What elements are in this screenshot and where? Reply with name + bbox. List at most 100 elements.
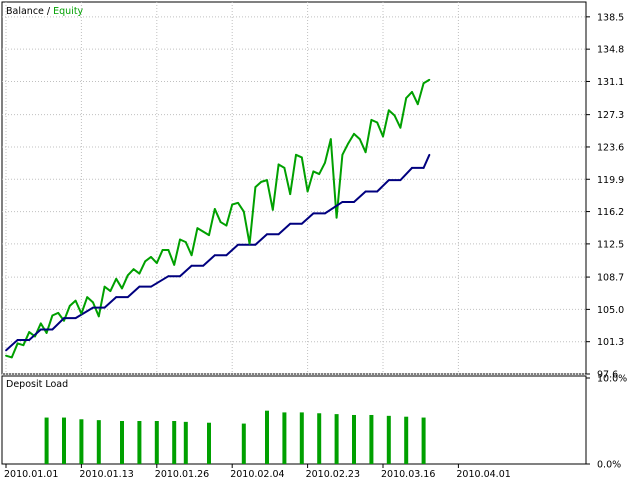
balance-point xyxy=(202,264,205,267)
equity-point xyxy=(57,311,60,314)
x-tick-label: 2010.02.04 xyxy=(230,469,284,480)
balance-point xyxy=(324,212,326,215)
deposit-load-bar xyxy=(421,417,426,464)
equity-point xyxy=(289,193,292,196)
deposit-load-bar xyxy=(404,416,409,464)
y-tick-label: 116.2 xyxy=(597,207,624,218)
balance-point xyxy=(28,339,31,341)
equity-point xyxy=(422,82,425,85)
equity-point xyxy=(295,153,297,156)
y-tick-label: 101.3 xyxy=(597,337,624,348)
equity-point xyxy=(132,268,135,271)
y-tick-label: 105.0 xyxy=(597,305,624,316)
deposit-load-bar xyxy=(207,422,211,464)
balance-point xyxy=(179,275,181,278)
balance-point xyxy=(103,306,106,309)
balance-point xyxy=(376,190,379,193)
equity-point xyxy=(248,242,251,245)
equity-point xyxy=(358,138,361,140)
deposit-load-bar xyxy=(282,412,287,464)
equity-point xyxy=(10,356,13,359)
equity-point xyxy=(39,322,42,325)
equity-point xyxy=(271,208,274,211)
equity-point xyxy=(329,138,332,140)
balance-point xyxy=(16,339,19,341)
deposit-load-bar xyxy=(317,413,322,464)
balance-point xyxy=(341,201,344,203)
balance-point xyxy=(39,328,42,331)
equity-point xyxy=(266,179,268,182)
balance-point xyxy=(237,243,239,246)
deposit-load-bar xyxy=(137,421,142,464)
deposit-load-bar xyxy=(352,414,356,464)
equity-point xyxy=(63,319,65,322)
deposit-load-bar xyxy=(369,414,374,464)
balance-point xyxy=(254,243,257,246)
balance-point xyxy=(300,222,303,225)
equity-point xyxy=(364,151,367,154)
equity-point xyxy=(179,238,181,241)
equity-point xyxy=(237,201,239,204)
equity-point xyxy=(167,249,170,251)
equity-point xyxy=(341,153,344,156)
equity-point xyxy=(254,186,257,189)
equity-point xyxy=(370,118,373,121)
x-tick-label: 2010.01.26 xyxy=(155,469,209,480)
balance-point xyxy=(63,317,65,320)
equity-point xyxy=(80,312,83,315)
deposit-load-bar xyxy=(44,417,49,464)
equity-point xyxy=(109,290,112,292)
equity-point xyxy=(376,121,379,124)
date-x-axis: 2010.01.01 2010.01.13 2010.01.26 2010.02.04… xyxy=(4,464,511,480)
balance-point xyxy=(411,167,413,169)
balance-point xyxy=(138,285,141,288)
legend-balance-label: Balance / Equity xyxy=(6,6,84,17)
deposit-load-bar xyxy=(79,419,84,464)
balance-point xyxy=(364,190,367,193)
equity-panel: 138.5 134.8 131.1 127.3 123.6 119.9 116.2 112.5… xyxy=(1,1,624,381)
equity-point xyxy=(347,142,350,145)
y-tick-label: 127.3 xyxy=(597,110,624,121)
deposit-load-bar xyxy=(334,414,339,464)
deposit-load-panel: Deposit Load 10.0% 0.0% xyxy=(1,374,627,471)
x-tick-label: 2010.01.01 xyxy=(4,469,58,480)
equity-point xyxy=(277,163,280,166)
equity-point xyxy=(121,287,123,290)
y-tick-label: 131.1 xyxy=(597,77,624,88)
balance-point xyxy=(167,275,170,278)
equity-point xyxy=(312,170,315,173)
equity-point xyxy=(324,161,326,164)
equity-point xyxy=(190,254,193,257)
equity-point xyxy=(196,227,199,230)
balance-point xyxy=(277,233,280,236)
deposit-load-title: Deposit Load xyxy=(6,379,68,390)
equity-point xyxy=(387,109,390,112)
equity-point xyxy=(399,126,402,129)
equity-point xyxy=(335,216,338,219)
balance-point xyxy=(422,167,425,169)
equity-point xyxy=(393,114,396,117)
deposit-load-bar xyxy=(183,421,188,464)
balance-point xyxy=(150,285,152,288)
deposit-load-bar xyxy=(96,420,101,464)
chart-figure: 138.5 134.8 131.1 127.3 123.6 119.9 116.2 112.5… xyxy=(1,1,627,480)
deposit-load-frame xyxy=(1,375,587,465)
equity-point xyxy=(115,277,118,280)
equity-point xyxy=(150,256,152,258)
equity-point xyxy=(283,167,286,169)
equity-point xyxy=(5,354,7,357)
balance-point xyxy=(399,179,402,182)
y-tick-label: 112.5 xyxy=(597,239,624,250)
deposit-load-bar xyxy=(299,412,304,464)
y-tick-label: 138.5 xyxy=(597,12,624,23)
equity-point xyxy=(225,224,228,227)
deposit-load-bar xyxy=(386,415,391,464)
equity-point xyxy=(242,210,245,213)
equity-point xyxy=(184,241,187,244)
balance-point xyxy=(289,222,292,225)
equity-point xyxy=(416,103,419,106)
balance-point xyxy=(213,254,216,257)
deposit-load-bar xyxy=(265,410,269,464)
balance-point xyxy=(312,212,315,215)
legend-equity: Equity xyxy=(53,6,83,17)
